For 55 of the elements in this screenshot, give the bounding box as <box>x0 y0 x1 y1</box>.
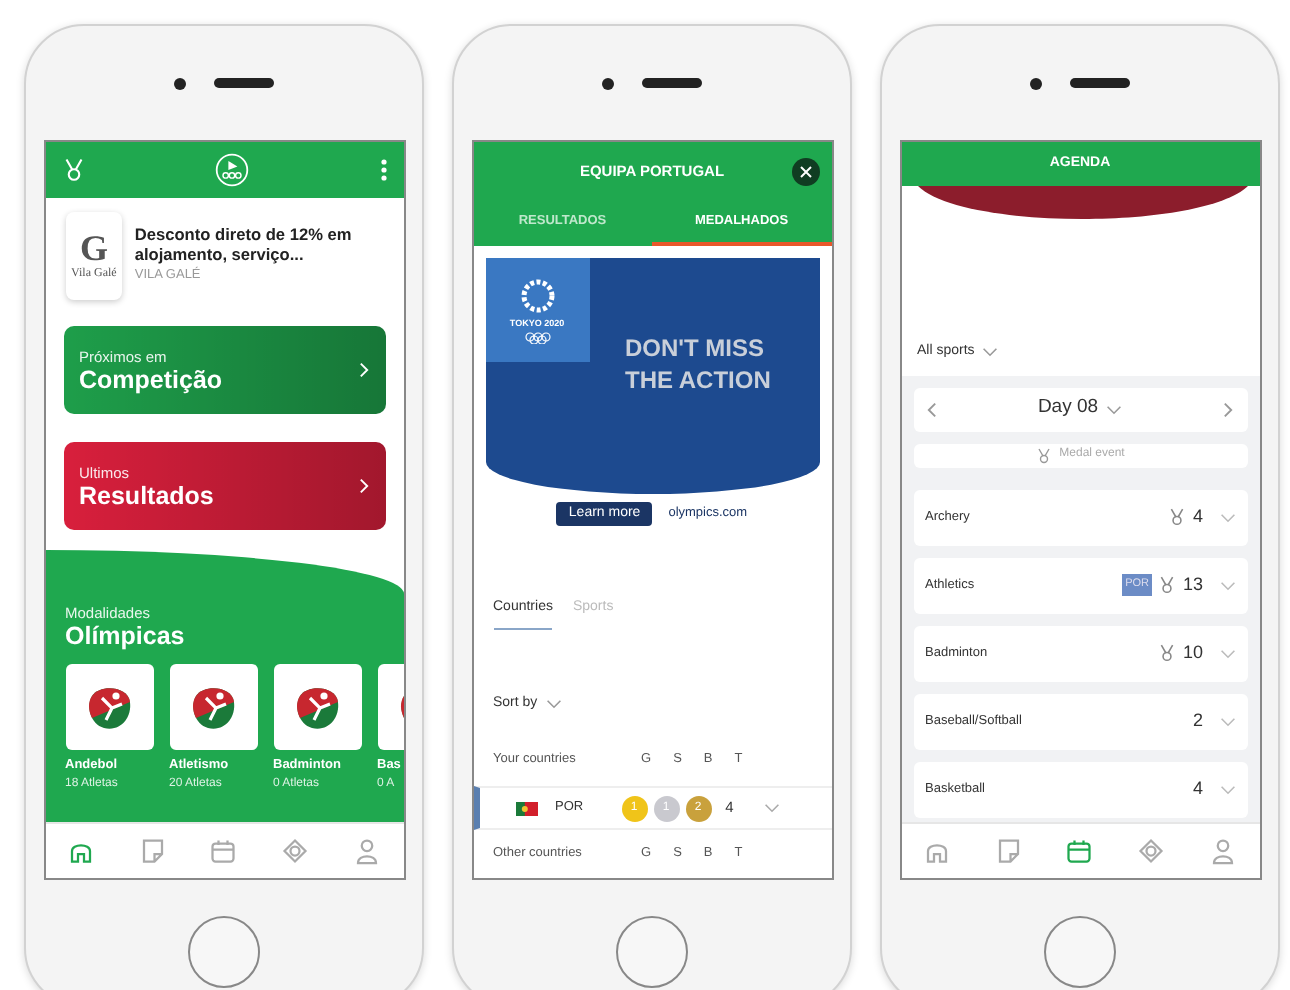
speaker-grille <box>642 78 702 88</box>
event-count: 10 <box>1182 639 1203 666</box>
caret-icon <box>1219 715 1235 727</box>
event-count: 4 <box>1192 503 1203 530</box>
promo-title[interactable]: Desconto direto de 12% em alojamento, serviço... <box>134 226 391 267</box>
event-count: 13 <box>1182 571 1203 598</box>
day-label: Day 08 <box>1037 394 1099 423</box>
chevron-right-icon[interactable] <box>1222 401 1235 417</box>
calendar-icon[interactable] <box>208 836 239 866</box>
medal-icon <box>61 158 85 182</box>
ad-headline: DON'T MISS THE ACTION <box>625 334 773 398</box>
rings-icon <box>523 331 551 344</box>
caret-icon <box>1219 579 1235 591</box>
caret-icon <box>1219 511 1235 523</box>
chevron-right-icon <box>357 362 369 378</box>
logo-letter: G <box>79 229 108 265</box>
caret-icon <box>982 346 999 359</box>
emblem-icon <box>517 276 557 317</box>
caret-icon <box>545 697 562 710</box>
speaker-grille <box>214 78 274 88</box>
event-count: 4 <box>1192 775 1203 802</box>
speaker-grille <box>1070 78 1130 88</box>
caret-icon <box>1219 783 1235 795</box>
section-title: Olímpicas <box>65 624 187 652</box>
sport-tile[interactable] <box>65 664 153 750</box>
close-icon <box>799 166 811 178</box>
medal-icon <box>1035 447 1052 463</box>
calendar-icon[interactable] <box>1064 836 1095 866</box>
diamond-icon[interactable] <box>1136 836 1167 866</box>
person-icon[interactable] <box>1208 836 1239 866</box>
camera-dot <box>602 77 614 89</box>
close-button[interactable] <box>791 158 819 186</box>
home-button[interactable] <box>188 916 260 988</box>
diamond-icon[interactable] <box>280 836 311 866</box>
camera-dot <box>174 77 186 89</box>
emblem-icon <box>214 152 250 188</box>
home-button[interactable] <box>1044 916 1116 988</box>
note-icon[interactable] <box>993 836 1024 866</box>
chevron-right-icon <box>357 478 369 494</box>
caret-icon <box>1219 647 1235 659</box>
chevron-left-icon[interactable] <box>925 401 937 417</box>
flag-icon <box>515 801 537 816</box>
home-button[interactable] <box>616 916 688 988</box>
sport-tile[interactable] <box>169 664 257 750</box>
card-title: Resultados <box>79 483 214 511</box>
sport-tile[interactable] <box>273 664 361 750</box>
person-icon[interactable] <box>352 836 383 866</box>
card-title: Competição <box>79 367 223 395</box>
caret-icon <box>1106 403 1123 415</box>
event-count: 2 <box>1192 707 1203 734</box>
camera-dot <box>1030 77 1042 89</box>
menu-icon[interactable] <box>379 158 387 182</box>
caret-icon <box>763 802 780 815</box>
note-icon[interactable] <box>137 836 168 866</box>
day-dropdown[interactable]: Day 08 <box>1037 394 1123 424</box>
